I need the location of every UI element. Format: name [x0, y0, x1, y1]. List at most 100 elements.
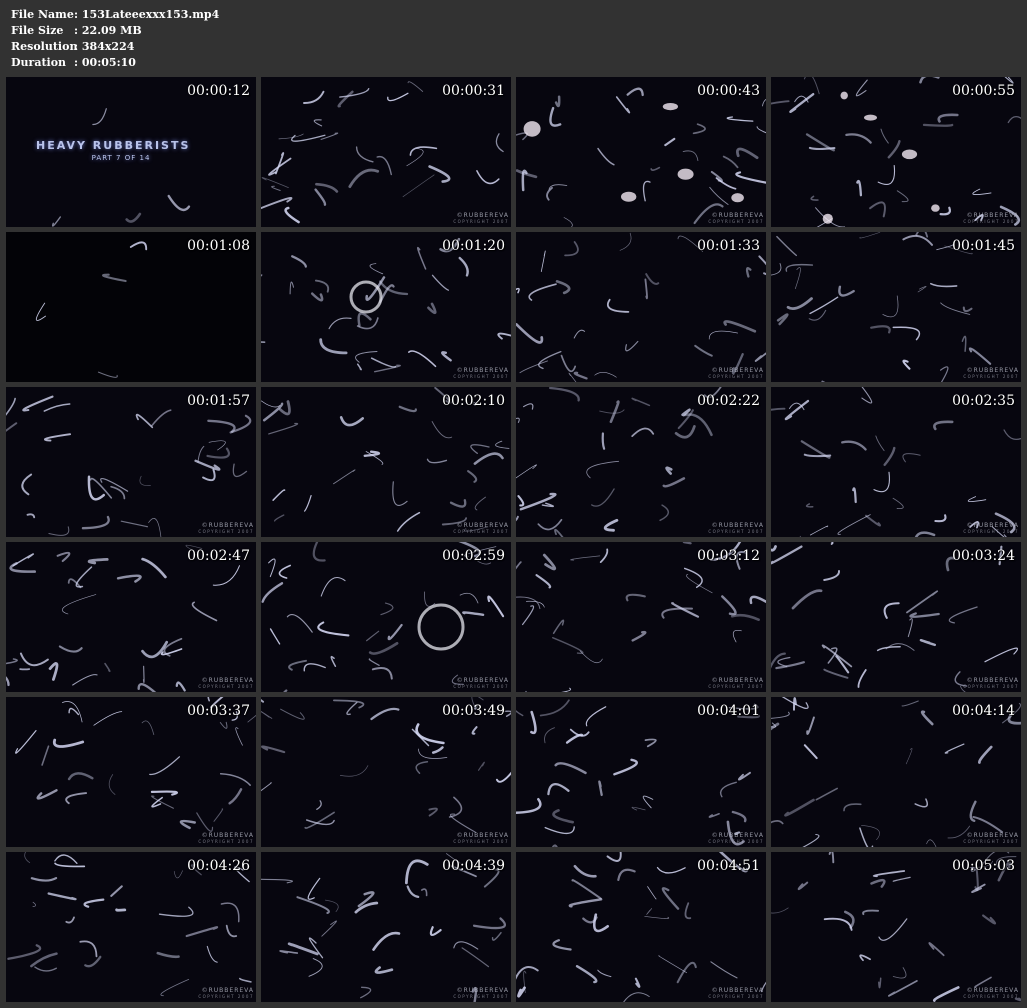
watermark-copyright: COPYRIGHT 2007 — [198, 994, 254, 999]
thumbnail-timestamp: 00:04:51 — [697, 858, 760, 874]
watermark-logo: ©RUBBEREVA COPYRIGHT 2007 — [708, 368, 764, 380]
file-name-label: File Name — [11, 8, 74, 21]
video-thumbnail[interactable]: ©RUBBEREVA COPYRIGHT 2007 00:03:49 — [261, 697, 511, 847]
video-thumbnail[interactable]: HEAVY RUBBERISTS PART 7 OF 14 00:00:12 — [6, 77, 256, 227]
watermark-brand: ©RUBBEREVA — [966, 832, 1019, 839]
watermark-brand: ©RUBBEREVA — [966, 522, 1019, 529]
watermark-brand: ©RUBBEREVA — [711, 832, 764, 839]
contact-sheet: File Name : 153Lateeexxx153.mp4 File Siz… — [0, 0, 1027, 1008]
watermark-logo: ©RUBBEREVA COPYRIGHT 2007 — [453, 988, 509, 1000]
duration-value: : 00:05:10 — [74, 56, 136, 69]
watermark-logo: ©RUBBEREVA COPYRIGHT 2007 — [708, 833, 764, 845]
watermark-brand: ©RUBBEREVA — [966, 677, 1019, 684]
video-thumbnail[interactable]: ©RUBBEREVA COPYRIGHT 2007 00:02:22 — [516, 387, 766, 537]
resolution-row: Resolution : 384x224 — [11, 39, 219, 55]
video-thumbnail[interactable]: 00:01:08 — [6, 232, 256, 382]
video-thumbnail[interactable]: ©RUBBEREVA COPYRIGHT 2007 00:01:45 — [771, 232, 1021, 382]
watermark-copyright: COPYRIGHT 2007 — [453, 374, 509, 379]
watermark-brand: ©RUBBEREVA — [711, 367, 764, 374]
watermark-brand: ©RUBBEREVA — [966, 987, 1019, 994]
watermark-brand: ©RUBBEREVA — [711, 212, 764, 219]
watermark-copyright: COPYRIGHT 2007 — [708, 684, 764, 689]
watermark-brand: ©RUBBEREVA — [201, 987, 254, 994]
watermark-brand: ©RUBBEREVA — [456, 832, 509, 839]
watermark-logo: ©RUBBEREVA COPYRIGHT 2007 — [453, 833, 509, 845]
watermark-copyright: COPYRIGHT 2007 — [198, 529, 254, 534]
resolution-label: Resolution — [11, 40, 78, 53]
thumbnail-timestamp: 00:05:03 — [952, 858, 1015, 874]
thumbnail-timestamp: 00:01:57 — [187, 393, 250, 409]
thumbnail-timestamp: 00:00:12 — [187, 83, 250, 99]
video-thumbnail[interactable]: ©RUBBEREVA COPYRIGHT 2007 00:03:12 — [516, 542, 766, 692]
watermark-logo: ©RUBBEREVA COPYRIGHT 2007 — [963, 213, 1019, 225]
thumbnail-timestamp: 00:01:08 — [187, 238, 250, 254]
file-name-row: File Name : 153Lateeexxx153.mp4 — [11, 7, 219, 23]
video-thumbnail[interactable]: ©RUBBEREVA COPYRIGHT 2007 00:01:33 — [516, 232, 766, 382]
thumbnail-timestamp: 00:03:12 — [697, 548, 760, 564]
video-thumbnail[interactable]: ©RUBBEREVA COPYRIGHT 2007 00:02:10 — [261, 387, 511, 537]
watermark-logo: ©RUBBEREVA COPYRIGHT 2007 — [198, 678, 254, 690]
watermark-copyright: COPYRIGHT 2007 — [198, 839, 254, 844]
watermark-brand: ©RUBBEREVA — [201, 832, 254, 839]
watermark-copyright: COPYRIGHT 2007 — [453, 684, 509, 689]
video-thumbnail[interactable]: ©RUBBEREVA COPYRIGHT 2007 00:05:03 — [771, 852, 1021, 1002]
video-thumbnail[interactable]: ©RUBBEREVA COPYRIGHT 2007 00:03:37 — [6, 697, 256, 847]
thumbnail-timestamp: 00:02:59 — [442, 548, 505, 564]
watermark-brand: ©RUBBEREVA — [711, 677, 764, 684]
file-name-value: : 153Lateeexxx153.mp4 — [74, 8, 220, 21]
watermark-logo: ©RUBBEREVA COPYRIGHT 2007 — [453, 368, 509, 380]
video-thumbnail[interactable]: ©RUBBEREVA COPYRIGHT 2007 00:02:47 — [6, 542, 256, 692]
thumbnail-timestamp: 00:04:14 — [952, 703, 1015, 719]
watermark-brand: ©RUBBEREVA — [456, 367, 509, 374]
resolution-value: : 384x224 — [74, 40, 135, 53]
watermark-copyright: COPYRIGHT 2007 — [708, 994, 764, 999]
watermark-brand: ©RUBBEREVA — [711, 987, 764, 994]
thumbnail-timestamp: 00:00:55 — [952, 83, 1015, 99]
watermark-copyright: COPYRIGHT 2007 — [963, 684, 1019, 689]
watermark-brand: ©RUBBEREVA — [456, 677, 509, 684]
video-thumbnail[interactable]: ©RUBBEREVA COPYRIGHT 2007 00:04:51 — [516, 852, 766, 1002]
watermark-copyright: COPYRIGHT 2007 — [708, 374, 764, 379]
thumbnail-timestamp: 00:02:35 — [952, 393, 1015, 409]
file-size-label: File Size — [11, 24, 64, 37]
thumbnail-grid: HEAVY RUBBERISTS PART 7 OF 14 00:00:12 ©RUB… — [6, 77, 1022, 1002]
video-thumbnail[interactable]: ©RUBBEREVA COPYRIGHT 2007 00:02:35 — [771, 387, 1021, 537]
thumbnail-timestamp: 00:03:49 — [442, 703, 505, 719]
video-thumbnail[interactable]: ©RUBBEREVA COPYRIGHT 2007 00:01:20 — [261, 232, 511, 382]
video-thumbnail[interactable]: ©RUBBEREVA COPYRIGHT 2007 00:02:59 — [261, 542, 511, 692]
watermark-copyright: COPYRIGHT 2007 — [708, 219, 764, 224]
video-thumbnail[interactable]: ©RUBBEREVA COPYRIGHT 2007 00:00:31 — [261, 77, 511, 227]
watermark-copyright: COPYRIGHT 2007 — [453, 529, 509, 534]
video-thumbnail[interactable]: ©RUBBEREVA COPYRIGHT 2007 00:04:14 — [771, 697, 1021, 847]
watermark-copyright: COPYRIGHT 2007 — [963, 994, 1019, 999]
thumbnail-timestamp: 00:02:10 — [442, 393, 505, 409]
title-card-part: PART 7 OF 14 — [91, 154, 151, 162]
watermark-logo: ©RUBBEREVA COPYRIGHT 2007 — [963, 988, 1019, 1000]
title-card-title: HEAVY RUBBERISTS — [36, 139, 191, 152]
duration-row: Duration : 00:05:10 — [11, 55, 219, 71]
thumbnail-timestamp: 00:04:39 — [442, 858, 505, 874]
thumbnail-timestamp: 00:02:22 — [697, 393, 760, 409]
video-thumbnail[interactable]: ©RUBBEREVA COPYRIGHT 2007 00:03:24 — [771, 542, 1021, 692]
file-size-value: : 22.09 MB — [74, 24, 142, 37]
thumbnail-timestamp: 00:04:26 — [187, 858, 250, 874]
thumbnail-timestamp: 00:01:45 — [952, 238, 1015, 254]
file-info-panel: File Name : 153Lateeexxx153.mp4 File Siz… — [11, 7, 219, 71]
watermark-brand: ©RUBBEREVA — [456, 522, 509, 529]
watermark-brand: ©RUBBEREVA — [966, 212, 1019, 219]
video-thumbnail[interactable]: ©RUBBEREVA COPYRIGHT 2007 00:04:39 — [261, 852, 511, 1002]
watermark-brand: ©RUBBEREVA — [966, 367, 1019, 374]
video-thumbnail[interactable]: ©RUBBEREVA COPYRIGHT 2007 00:01:57 — [6, 387, 256, 537]
watermark-copyright: COPYRIGHT 2007 — [453, 839, 509, 844]
watermark-copyright: COPYRIGHT 2007 — [963, 529, 1019, 534]
video-thumbnail[interactable]: ©RUBBEREVA COPYRIGHT 2007 00:00:55 — [771, 77, 1021, 227]
watermark-copyright: COPYRIGHT 2007 — [963, 219, 1019, 224]
video-thumbnail[interactable]: ©RUBBEREVA COPYRIGHT 2007 00:04:01 — [516, 697, 766, 847]
video-thumbnail[interactable]: ©RUBBEREVA COPYRIGHT 2007 00:00:43 — [516, 77, 766, 227]
watermark-copyright: COPYRIGHT 2007 — [963, 374, 1019, 379]
thumbnail-timestamp: 00:04:01 — [697, 703, 760, 719]
video-thumbnail[interactable]: ©RUBBEREVA COPYRIGHT 2007 00:04:26 — [6, 852, 256, 1002]
thumbnail-timestamp: 00:00:43 — [697, 83, 760, 99]
watermark-logo: ©RUBBEREVA COPYRIGHT 2007 — [198, 833, 254, 845]
watermark-logo: ©RUBBEREVA COPYRIGHT 2007 — [963, 523, 1019, 535]
